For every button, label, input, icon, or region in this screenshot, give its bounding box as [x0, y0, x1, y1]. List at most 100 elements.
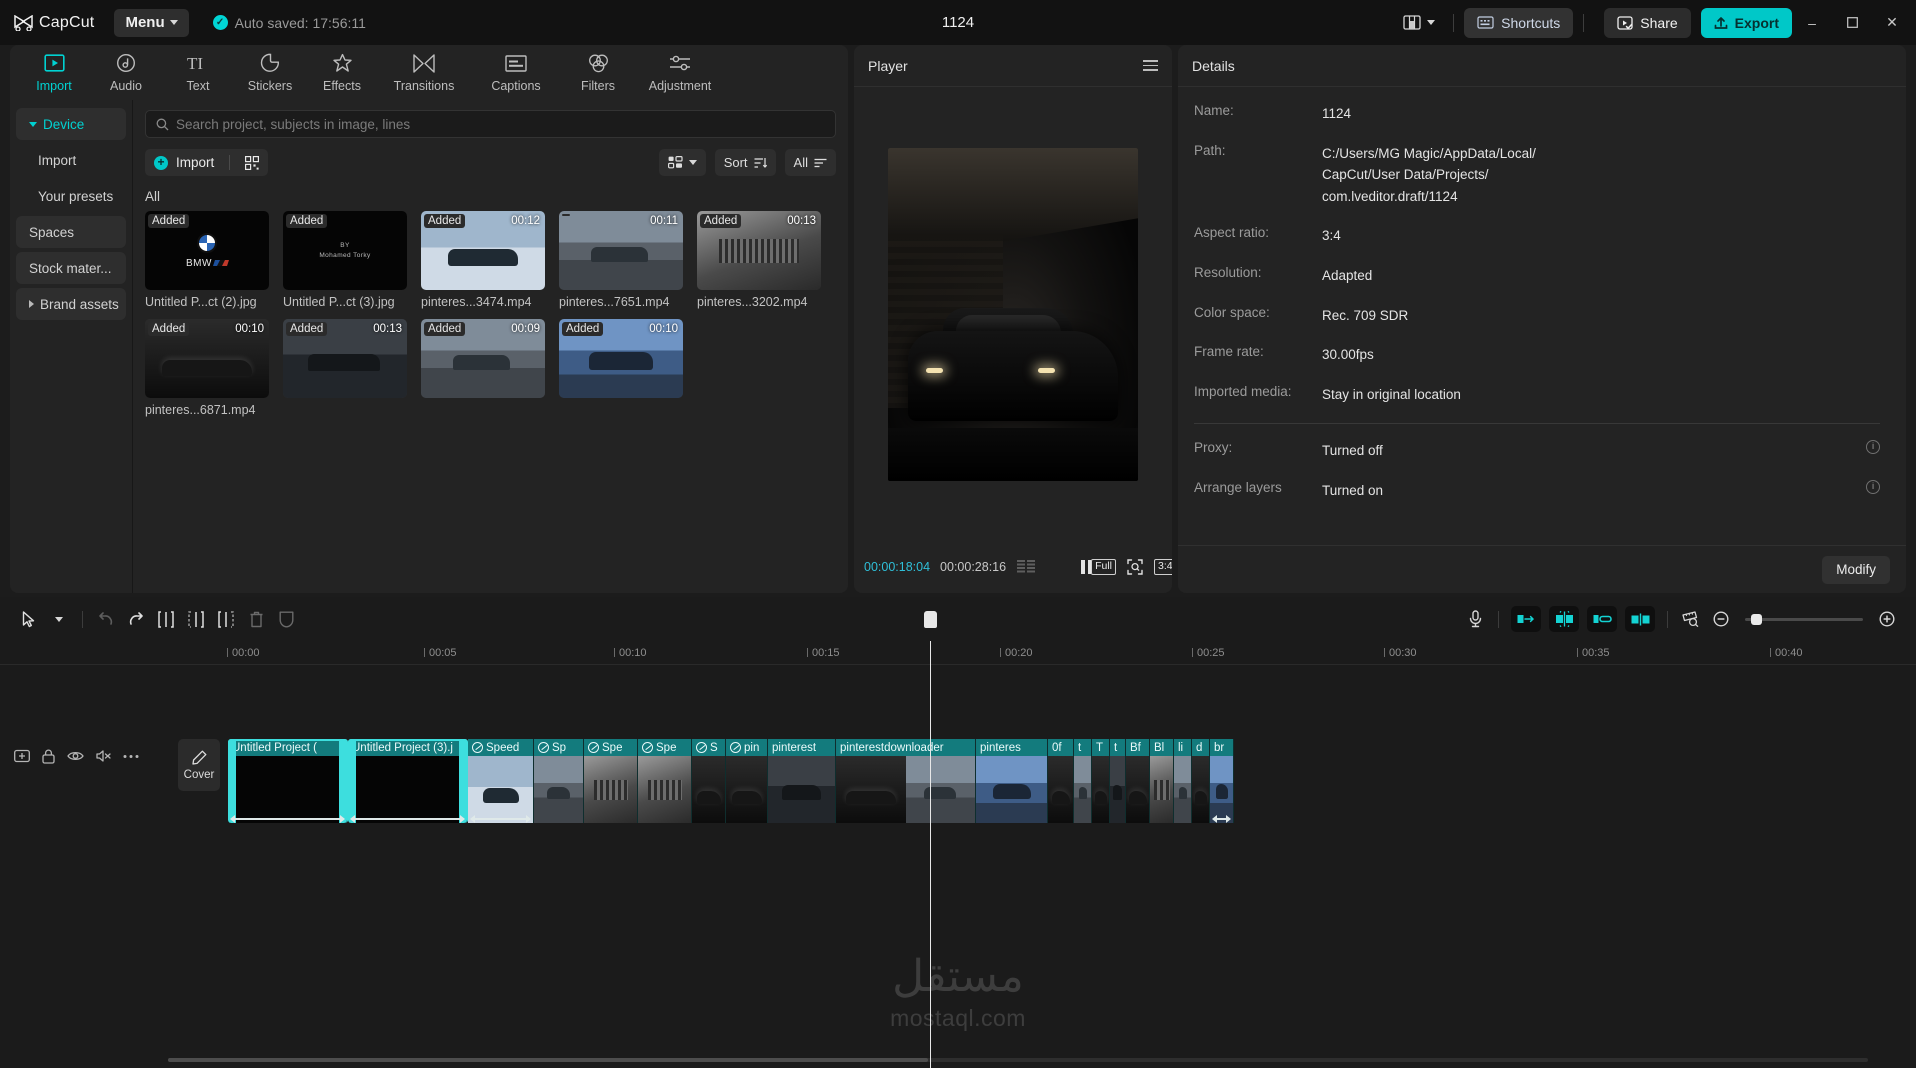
timeline-scrollbar[interactable]	[168, 1058, 1868, 1062]
search-input[interactable]	[176, 116, 825, 132]
undo-button[interactable]	[91, 604, 121, 634]
delete-button[interactable]	[241, 604, 271, 634]
playhead-handle[interactable]	[924, 611, 937, 628]
timeline-clip[interactable]: Spe	[638, 739, 692, 823]
track-more-button[interactable]	[123, 754, 139, 759]
media-item[interactable]: Added 00:10	[559, 319, 683, 417]
media-thumbnail[interactable]: BMW Added	[145, 211, 269, 290]
timeline-clip[interactable]: li	[1174, 739, 1192, 823]
timeline-scrollbar-thumb[interactable]	[168, 1058, 928, 1062]
media-item[interactable]: 00:11 pinteres...7651.mp4	[559, 211, 683, 309]
smart-trim-button[interactable]	[1549, 606, 1579, 632]
media-item[interactable]: BY Mohamed Torky Added Untitled P...ct (3…	[283, 211, 407, 309]
media-thumbnail[interactable]: 00:11	[559, 211, 683, 290]
timeline-clip[interactable]: pinteres	[976, 739, 1048, 823]
close-button[interactable]: ✕	[1872, 0, 1912, 45]
add-track-button[interactable]	[14, 749, 30, 763]
video-preview[interactable]	[888, 148, 1138, 481]
timeline-clip[interactable]: 0f	[1048, 739, 1074, 823]
media-item[interactable]: Added 00:13	[283, 319, 407, 417]
media-item[interactable]: Added 00:13 pinteres...3202.mp4	[697, 211, 821, 309]
crop-icon[interactable]	[1127, 559, 1143, 575]
pause-icon[interactable]	[1081, 560, 1092, 574]
media-thumbnail[interactable]: Added 00:13	[283, 319, 407, 398]
delete-right-button[interactable]	[211, 604, 241, 634]
info-icon[interactable]: i	[1866, 440, 1880, 455]
clip-trim-handle-right[interactable]	[459, 739, 467, 823]
sidebar-item-brand-assets[interactable]: Brand assets	[16, 288, 126, 320]
select-tool-button[interactable]	[14, 604, 44, 634]
zoom-in-button[interactable]	[1872, 604, 1902, 634]
timeline-clip[interactable]: pinterestdownloader	[836, 739, 976, 823]
aspect-ratio-button[interactable]: 3:4	[1154, 559, 1172, 575]
mask-button[interactable]	[271, 604, 301, 634]
timeline-clip[interactable]: Untitled Project (3).j	[348, 739, 468, 823]
clip-trim-handle-left[interactable]	[348, 739, 356, 823]
tool-dropdown-button[interactable]	[44, 604, 74, 634]
shortcuts-button[interactable]: Shortcuts	[1464, 7, 1574, 38]
sidebar-item-spaces[interactable]: Spaces	[16, 216, 126, 248]
player-menu-icon[interactable]	[1143, 60, 1158, 71]
minimize-button[interactable]: –	[1792, 0, 1832, 45]
tab-audio[interactable]: Audio	[90, 48, 162, 98]
tab-captions[interactable]: Captions	[470, 48, 562, 98]
tab-stickers[interactable]: Stickers	[234, 48, 306, 98]
media-thumbnail[interactable]: Added 00:10	[559, 319, 683, 398]
quality-button[interactable]: Full	[1091, 559, 1117, 575]
mirror-split-button[interactable]	[1625, 606, 1655, 632]
timeline-clip[interactable]: Untitled Project (	[228, 739, 348, 823]
media-thumbnail[interactable]: BY Mohamed Torky Added	[283, 211, 407, 290]
timeline-clip[interactable]: Sp	[534, 739, 584, 823]
timeline-ruler[interactable]: 00:00 00:05 00:10 00:15 00:20 00:25 00:3…	[0, 641, 1916, 665]
search-bar[interactable]	[145, 110, 836, 138]
media-item[interactable]: BMW Added Untitled P...ct (2).jpg	[145, 211, 269, 309]
tab-adjustment[interactable]: Adjustment	[634, 48, 726, 98]
tab-import[interactable]: Import	[18, 48, 90, 98]
zoom-slider-handle[interactable]	[1751, 613, 1762, 625]
export-button[interactable]: Export	[1700, 7, 1792, 38]
sort-button[interactable]: Sort	[714, 149, 776, 176]
media-thumbnail[interactable]: Added 00:09	[421, 319, 545, 398]
timeline-clip[interactable]: Bl	[1150, 739, 1174, 823]
tab-transitions[interactable]: Transitions	[378, 48, 470, 98]
sidebar-item-device[interactable]: Device	[16, 108, 126, 140]
zoom-out-button[interactable]	[1706, 604, 1736, 634]
playhead[interactable]	[924, 611, 937, 1068]
timeline-clip[interactable]: Speed	[468, 739, 534, 823]
sidebar-item-import[interactable]: Import	[16, 144, 126, 176]
storyboard-icon[interactable]	[1017, 560, 1037, 574]
timeline-clip[interactable]: pin	[726, 739, 768, 823]
media-item[interactable]: Added 00:12 pinteres...3474.mp4	[421, 211, 545, 309]
media-thumbnail[interactable]: Added 00:13	[697, 211, 821, 290]
lock-track-button[interactable]	[42, 749, 55, 764]
timeline-clip[interactable]: d	[1192, 739, 1210, 823]
timeline-clip[interactable]: t	[1110, 739, 1126, 823]
cover-button[interactable]: Cover	[178, 739, 220, 791]
hide-track-button[interactable]	[67, 750, 84, 762]
media-thumbnail[interactable]: Added 00:12	[421, 211, 545, 290]
timeline-clip[interactable]: br	[1210, 739, 1234, 823]
timeline-clip[interactable]: t	[1074, 739, 1092, 823]
fit-timeline-button[interactable]	[1676, 604, 1706, 634]
import-button[interactable]: + Import	[145, 149, 269, 176]
redo-button[interactable]	[121, 604, 151, 634]
tab-text[interactable]: TI Text	[162, 48, 234, 98]
zoom-slider[interactable]	[1745, 613, 1863, 625]
maximize-button[interactable]	[1832, 0, 1872, 45]
timeline-clip[interactable]: S	[692, 739, 726, 823]
qr-import-icon[interactable]	[245, 155, 260, 170]
media-thumbnail[interactable]: Added 00:10	[145, 319, 269, 398]
view-mode-button[interactable]	[658, 149, 706, 176]
record-voiceover-button[interactable]	[1460, 604, 1490, 634]
clip-trim-handle-left[interactable]	[228, 739, 236, 823]
mute-track-button[interactable]	[96, 749, 111, 763]
detail-value[interactable]: Turned on	[1322, 480, 1383, 502]
layout-switch-button[interactable]	[1395, 10, 1443, 35]
link-clips-button[interactable]	[1587, 606, 1617, 632]
info-icon[interactable]: i	[1866, 479, 1880, 494]
tab-filters[interactable]: Filters	[562, 48, 634, 98]
modify-button[interactable]: Modify	[1822, 555, 1890, 584]
menu-button[interactable]: Menu	[114, 8, 189, 37]
tab-effects[interactable]: Effects	[306, 48, 378, 98]
filter-button[interactable]: All	[784, 149, 836, 176]
